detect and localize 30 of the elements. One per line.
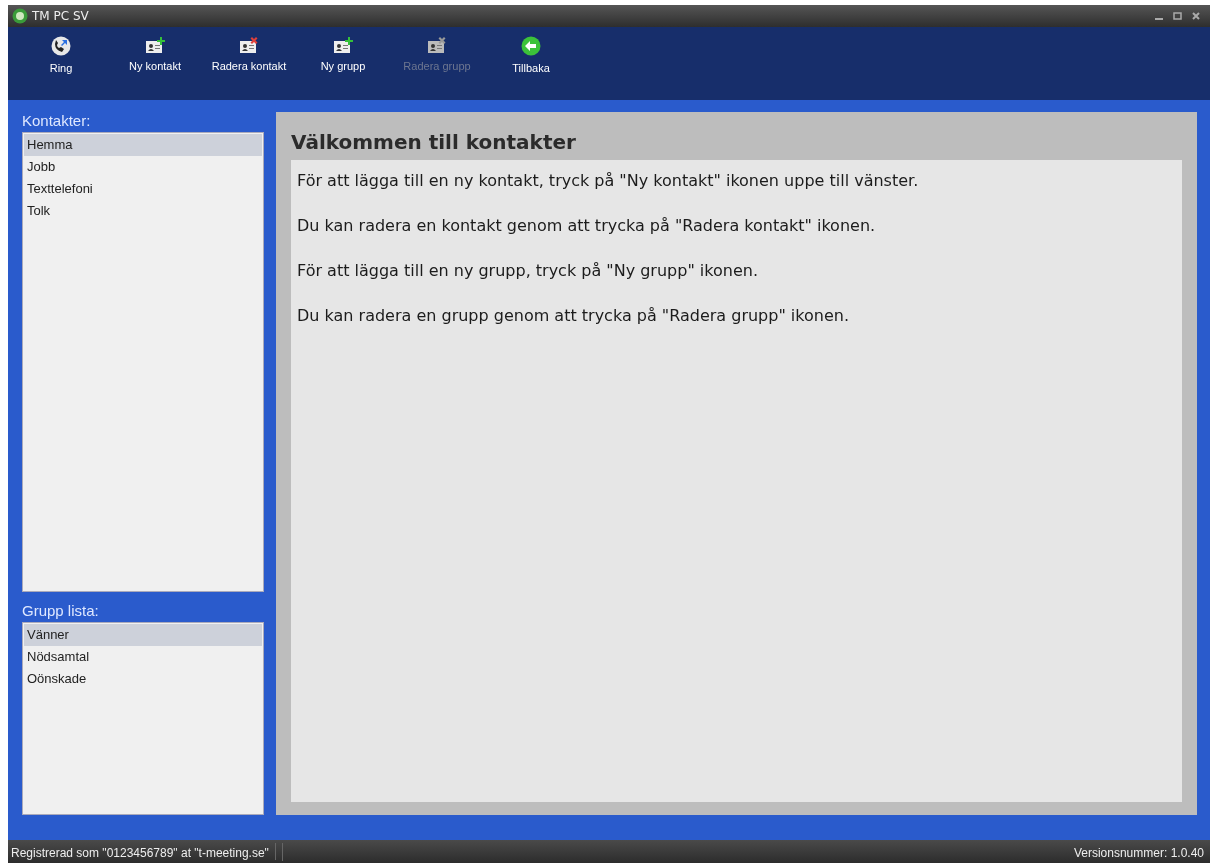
list-heading: Grupp lista: [22, 602, 100, 619]
contact-card-icon [333, 36, 353, 54]
app-logo-icon [12, 8, 28, 24]
list-item[interactable]: Hemma [24, 134, 262, 156]
list-item[interactable]: Nödsamtal [24, 646, 262, 668]
toolbar-button[interactable]: Radera kontakt [202, 27, 296, 72]
list-item[interactable]: Texttelefoni [24, 178, 262, 200]
contact-card-icon [239, 36, 259, 54]
instruction-text: Du kan radera en grupp genom att trycka på "Radera grupp" ikonen. [297, 305, 850, 326]
version-text: Versionsnummer: 1.0.40 [1073, 845, 1204, 860]
instruction-text: För att lägga till en ny kontakt, tryck på "Ny kontakt" ikonen uppe till vänster. [297, 170, 920, 191]
close-icon[interactable] [1192, 12, 1200, 20]
list-item[interactable]: Jobb [24, 156, 262, 178]
maximize-icon[interactable] [1173, 12, 1182, 20]
instruction-text: Du kan radera en kontakt genom att trycka på "Radera kontakt" ikonen. [297, 215, 877, 236]
list-item[interactable]: Tolk [24, 200, 262, 222]
list-item[interactable]: Vänner [24, 624, 262, 646]
toolbar-button[interactable]: Ring [14, 27, 108, 74]
list-heading: Kontakter: [22, 112, 92, 129]
window-title: TM PC SV [32, 9, 89, 23]
toolbar-button[interactable]: Ny grupp [296, 27, 390, 72]
toolbar-button[interactable]: Tillbaka [484, 27, 578, 74]
content-title: Välkommen till kontakter [291, 130, 577, 154]
instruction-text: För att lägga till en ny grupp, tryck på "Ny grupp" ikonen. [297, 260, 759, 281]
toolbar-button[interactable]: Ny kontakt [108, 27, 202, 72]
contact-card-icon [145, 36, 165, 54]
status-text: Registrerad som "0123456789" at "t-meeting.se" [11, 843, 276, 860]
phone-icon [51, 36, 71, 56]
list-item[interactable]: Oönskade [24, 668, 262, 690]
contact-card-icon [427, 36, 447, 54]
